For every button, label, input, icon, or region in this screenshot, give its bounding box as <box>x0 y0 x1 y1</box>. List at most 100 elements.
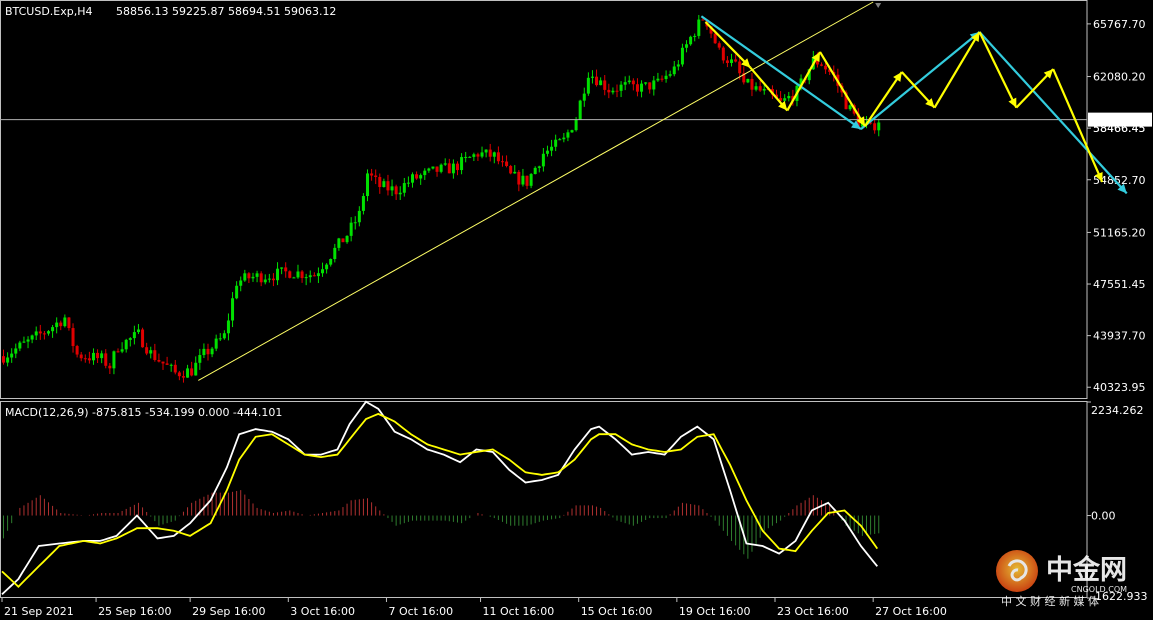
candle-body <box>26 339 30 342</box>
candle-body <box>570 130 574 133</box>
candle-body <box>382 181 386 188</box>
candle-body <box>541 153 545 167</box>
candle-body <box>488 149 492 157</box>
candle-body <box>730 59 734 63</box>
candle-body <box>468 156 472 158</box>
candle-body <box>59 322 63 327</box>
candle-body <box>259 273 263 283</box>
candle-body <box>517 171 521 185</box>
candle-body <box>300 271 304 279</box>
candle-body <box>2 356 5 363</box>
candle-body <box>762 88 766 91</box>
candle-body <box>746 78 750 83</box>
candle-body <box>271 278 275 281</box>
candle-body <box>685 44 689 48</box>
candle-body <box>513 171 517 174</box>
candle-body <box>701 19 705 21</box>
candle-body <box>251 276 255 279</box>
candle-body <box>353 222 357 224</box>
candle-body <box>423 170 427 176</box>
candle-body <box>411 174 414 183</box>
candle-body <box>439 164 443 172</box>
candle-body <box>321 269 325 274</box>
candle-body <box>582 93 586 101</box>
candle-body <box>455 163 459 171</box>
candle-body <box>75 346 79 355</box>
candle-body <box>157 360 161 362</box>
candle-body <box>603 80 607 90</box>
candle-body <box>574 119 578 131</box>
candle-body <box>366 173 370 197</box>
candle-body <box>112 351 116 369</box>
candle-body <box>181 376 185 378</box>
candle-body <box>357 210 361 223</box>
candle-body <box>288 271 292 278</box>
candle-body <box>120 349 124 352</box>
chart-symbol-label: BTCUSD.Exp,H4 <box>5 5 93 18</box>
candle-body <box>165 363 169 365</box>
candle-body <box>431 166 435 169</box>
candle-body <box>877 122 881 131</box>
price-tick-label: 47551.45 <box>1093 278 1146 291</box>
candle-body <box>214 338 218 349</box>
candle-body <box>83 358 87 360</box>
candle-body <box>341 238 345 243</box>
cyan-arrow-segment <box>860 31 981 130</box>
candle-body <box>161 361 165 364</box>
candle-body <box>652 80 656 90</box>
candle-body <box>427 168 431 171</box>
candle-body <box>231 298 235 321</box>
candle-body <box>693 35 697 37</box>
candle-body <box>738 61 742 74</box>
candle-body <box>132 332 136 339</box>
candle-body <box>554 139 558 147</box>
candle-body <box>202 348 206 356</box>
candle-body <box>136 329 140 333</box>
chart-canvas[interactable]: 65767.7062080.2058466.4554852.7051165.20… <box>0 0 1153 620</box>
candle-body <box>63 317 67 327</box>
candle-body <box>398 192 402 195</box>
candle-body <box>173 364 177 373</box>
candle-body <box>296 271 300 278</box>
candle-body <box>370 173 374 176</box>
candle-body <box>660 78 664 80</box>
chart-ohlc-values: 58856.13 59225.87 58694.51 59063.12 <box>116 5 336 18</box>
candle-body <box>734 59 738 62</box>
price-tick-label: 65767.70 <box>1093 18 1146 31</box>
candle-body <box>116 351 120 353</box>
macd-tick-label: 0.00 <box>1091 510 1116 523</box>
price-tick-label: 62080.20 <box>1093 71 1146 84</box>
candle-body <box>550 146 554 151</box>
drawing-annotations <box>198 1 1128 381</box>
candle-body <box>87 358 91 361</box>
candle-body <box>558 139 562 141</box>
candle-body <box>631 80 635 85</box>
candle-body <box>374 175 378 177</box>
candle-body <box>873 123 877 131</box>
candle-body <box>14 348 18 354</box>
candle-body <box>71 328 75 347</box>
candle-body <box>128 338 132 340</box>
candle-body <box>145 347 149 354</box>
candle-body <box>623 82 627 85</box>
candle-body <box>672 66 676 75</box>
candle-body <box>378 176 382 188</box>
candle-body <box>472 154 476 157</box>
candle-body <box>38 331 42 334</box>
candle-body <box>644 82 648 84</box>
candle-body <box>284 267 288 272</box>
candle-body <box>505 161 509 166</box>
candle-body <box>177 372 181 377</box>
macd-info-label: MACD(12,26,9) -875.815 -534.199 0.000 -4… <box>5 406 282 419</box>
yellow-arrow-segment <box>978 31 1018 109</box>
candle-body <box>304 277 308 279</box>
candle-body <box>586 77 590 94</box>
candle-body <box>611 90 615 93</box>
candle-body <box>79 354 83 359</box>
candle-body <box>500 161 504 163</box>
candle-body <box>386 181 390 191</box>
candle-body <box>447 163 451 174</box>
time-tick-label: 21 Sep 2021 <box>4 605 74 618</box>
candle-body <box>46 331 50 334</box>
candle-body <box>280 267 284 269</box>
